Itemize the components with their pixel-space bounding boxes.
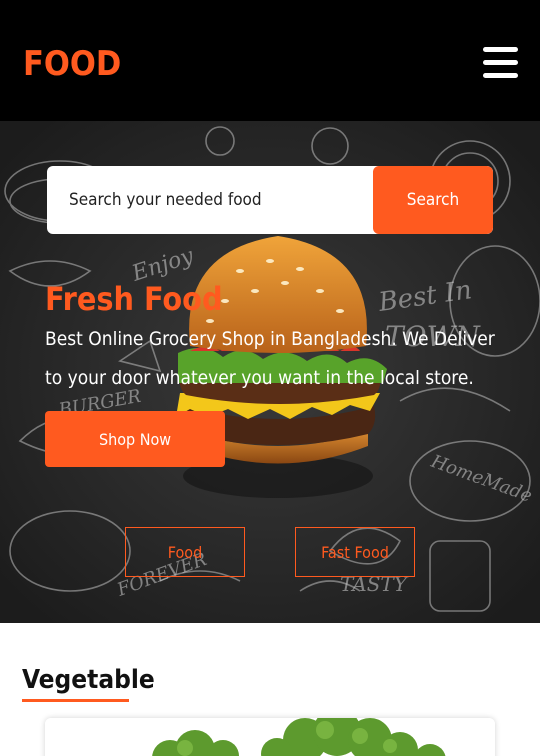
search-button[interactable]: Search [373,166,493,234]
category-food-button[interactable]: Food [125,527,245,577]
hero-title: Fresh Food [45,280,223,318]
category-fast-food-button[interactable]: Fast Food [295,527,415,577]
section-title-vegetable: Vegetable [22,665,155,695]
broccoli-image [45,718,495,756]
section-title-underline [22,699,129,702]
search-bar: Search [47,166,493,234]
hamburger-menu-icon[interactable] [483,47,518,79]
site-logo[interactable]: FOOD [23,44,121,84]
shop-now-button[interactable]: Shop Now [45,411,225,467]
hero-banner: Enjoy Best In TOWN HomeMade BURGER TASTY… [0,121,540,623]
search-input[interactable] [47,166,373,234]
vegetable-card[interactable] [45,718,495,756]
hero-description: Best Online Grocery Shop in Bangladesh. … [45,328,495,389]
navbar: FOOD [0,0,540,121]
